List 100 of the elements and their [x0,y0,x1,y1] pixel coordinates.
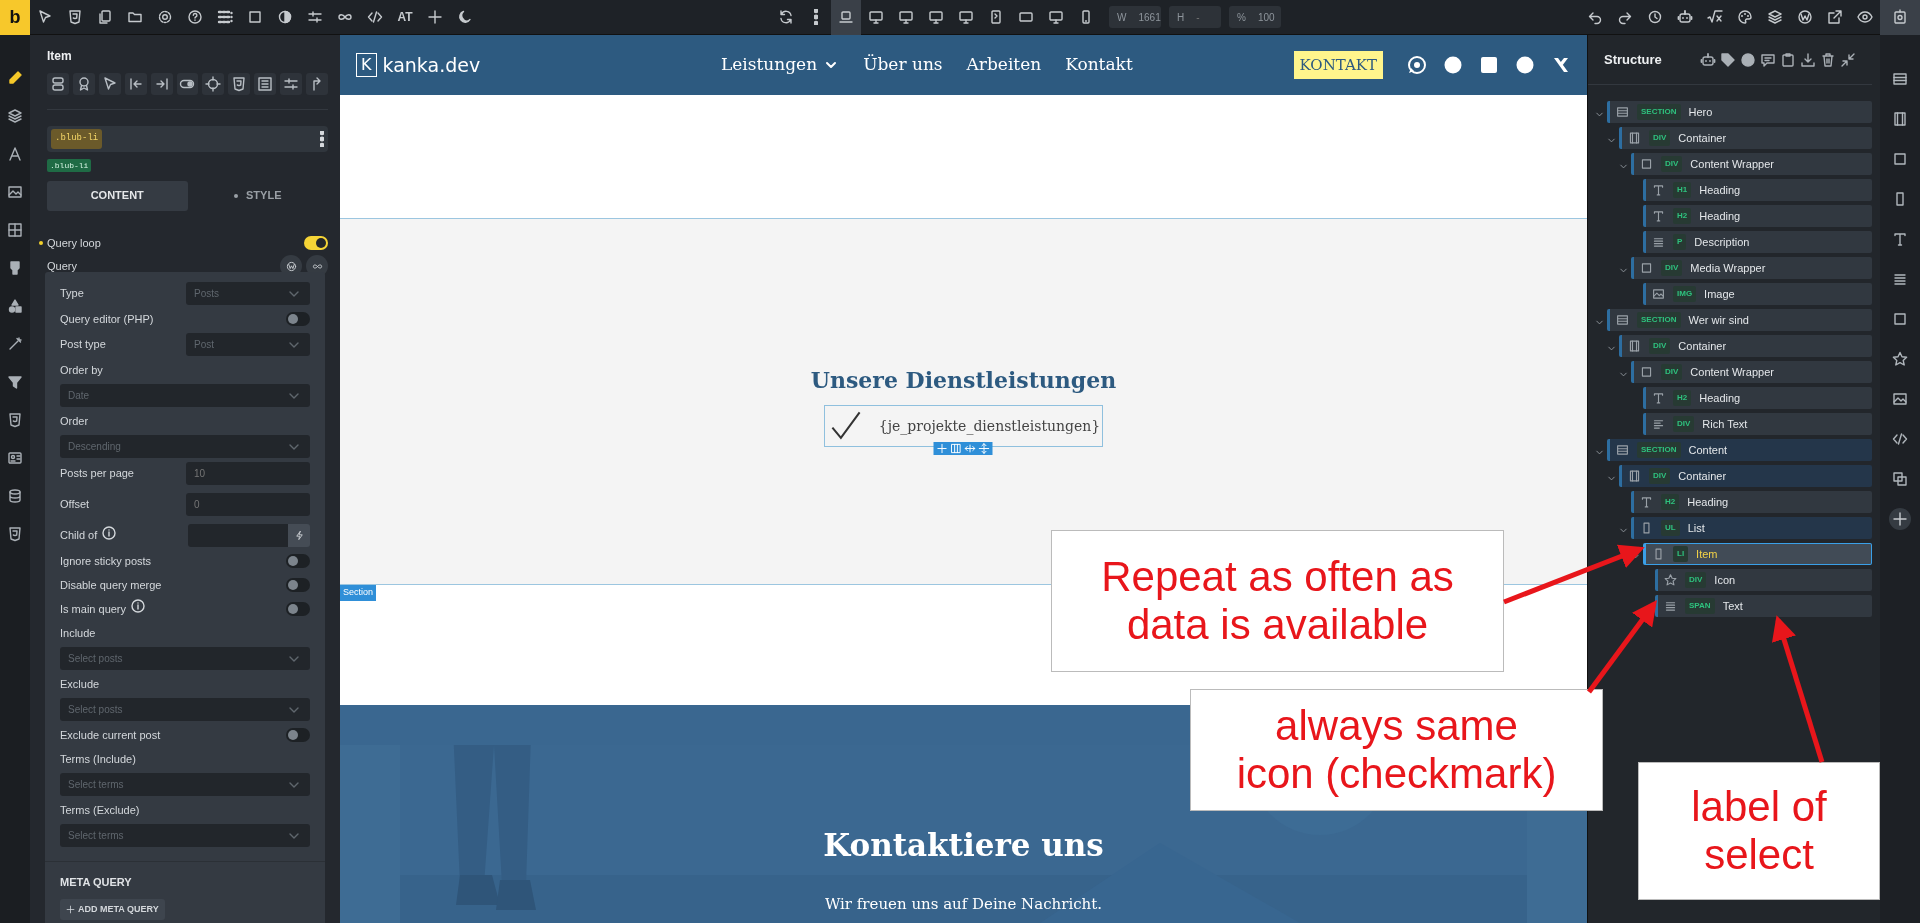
download-icon[interactable] [1800,51,1816,68]
delete-icon[interactable] [1820,51,1836,68]
container-icon[interactable] [1892,111,1908,127]
html5-icon[interactable] [7,412,23,428]
zoom-field[interactable]: % 100 [1229,6,1281,28]
tree-item[interactable]: LI Item [1643,543,1872,565]
add-button[interactable] [1889,508,1911,530]
comment-icon[interactable] [1760,51,1776,68]
toggle-switch[interactable] [286,602,310,616]
tree-item[interactable]: SECTION Wer wir sind [1607,309,1872,331]
tree-item[interactable]: P Description [1643,231,1872,253]
class-chip[interactable]: .blub-li [51,129,103,149]
collapse-icon[interactable] [1840,51,1856,68]
clone-icon[interactable] [1892,471,1908,487]
move-icon [979,443,990,454]
block-icon[interactable] [1892,151,1908,167]
tree-item[interactable]: H2 Heading [1643,387,1872,409]
xing-icon[interactable] [1551,55,1571,75]
nav-link[interactable]: Arbeiten [966,52,1042,78]
inspect-icon[interactable] [1880,0,1920,35]
tree-item[interactable]: H2 Heading [1631,491,1872,513]
image-icon[interactable] [7,184,23,200]
toggle-icon[interactable] [176,73,199,95]
toggle-switch[interactable] [286,578,310,592]
align-right-icon[interactable] [150,73,173,95]
layers-icon[interactable] [7,108,23,124]
lightning-icon [293,530,305,541]
tree-item[interactable]: IMG Image [1643,283,1872,305]
tree-item[interactable]: DIV Content Wrapper [1631,361,1872,383]
width-field[interactable]: W 1661 [1109,6,1161,28]
shapes-icon[interactable] [7,298,23,314]
html5-icon[interactable] [228,73,251,95]
tree-item[interactable]: H2 Heading [1643,205,1872,227]
wand-icon[interactable] [7,336,23,352]
tree-item[interactable]: SPAN Text [1655,595,1872,617]
id-card-icon[interactable] [7,450,23,466]
tag-icon[interactable] [1720,51,1736,68]
toggle-switch[interactable] [286,554,310,568]
tree-item[interactable]: DIV Container [1619,335,1872,357]
star-icon[interactable] [1892,351,1908,367]
filter-icon[interactable] [7,374,23,390]
html5-icon[interactable] [7,526,23,542]
tree-item[interactable]: DIV Rich Text [1643,413,1872,435]
text-icon[interactable] [1892,231,1908,247]
square-icon[interactable] [1892,311,1908,327]
field-label: Exclude current post [60,727,161,743]
tree-item[interactable]: DIV Container [1619,465,1872,487]
font-icon[interactable] [7,146,23,162]
add-meta-query-button[interactable]: ADD META QUERY [60,898,165,920]
cursor-icon[interactable] [98,73,121,95]
input-field[interactable] [188,524,288,547]
badge-icon[interactable] [72,73,95,95]
help-icon[interactable] [1740,51,1756,68]
app-logo[interactable]: b [0,0,30,35]
site-logo[interactable]: K kanka.dev [356,50,481,80]
sliders-icon[interactable] [280,73,303,95]
clipboard-icon[interactable] [1780,51,1796,68]
panel-tab[interactable]: CONTENT [47,180,188,211]
block-icon [1640,364,1653,380]
input-field[interactable]: 0 [186,493,310,516]
tree-item[interactable]: DIV Media Wrapper [1631,257,1872,279]
panel-tab[interactable]: STYLE [187,180,328,211]
pencil-icon[interactable] [7,70,23,86]
dynamic-data-button[interactable] [288,524,310,547]
block-icon [1640,260,1653,276]
nav-link[interactable]: Leistungen [721,52,840,78]
toggle-switch[interactable] [286,312,310,326]
database-icon[interactable] [7,488,23,504]
align-left-icon[interactable] [124,73,147,95]
element-tag: DIV [1661,156,1683,172]
robot-icon[interactable] [1700,51,1716,68]
tree-item[interactable]: SECTION Hero [1607,101,1872,123]
text-tool-button[interactable]: AT [390,0,420,35]
section-icon[interactable] [1892,71,1908,87]
paragraph-icon[interactable] [1892,271,1908,287]
element-tag: DIV [1661,260,1683,276]
tree-item[interactable]: H1 Heading [1643,179,1872,201]
height-field[interactable]: H - [1169,6,1221,28]
tree-item[interactable]: UL List [1631,517,1872,539]
contact-button[interactable]: KONTAKT [1293,50,1383,80]
toggle-switch[interactable] [304,235,328,250]
arrow-up-icon[interactable] [306,73,328,95]
element-toolbar[interactable] [934,442,993,455]
code-icon[interactable] [1892,431,1908,447]
tree-item[interactable]: DIV Content Wrapper [1631,153,1872,175]
brush-icon[interactable] [7,260,23,276]
nav-link[interactable]: Über uns [863,52,943,78]
tree-item[interactable]: DIV Icon [1655,569,1872,591]
input-field[interactable]: 10 [186,462,310,485]
nav-link[interactable]: Kontakt [1065,52,1133,78]
list-icon[interactable] [254,73,277,95]
laptop-icon[interactable] [831,0,861,35]
target-icon[interactable] [202,73,225,95]
class-selector[interactable]: .blub-li [47,126,328,152]
image-icon[interactable] [1892,391,1908,407]
toggle-switch[interactable] [286,728,310,742]
stack-icon[interactable] [47,73,69,95]
container-icon [1628,468,1641,484]
tree-item[interactable]: DIV Container [1619,127,1872,149]
tree-item[interactable]: SECTION Content [1607,439,1872,461]
